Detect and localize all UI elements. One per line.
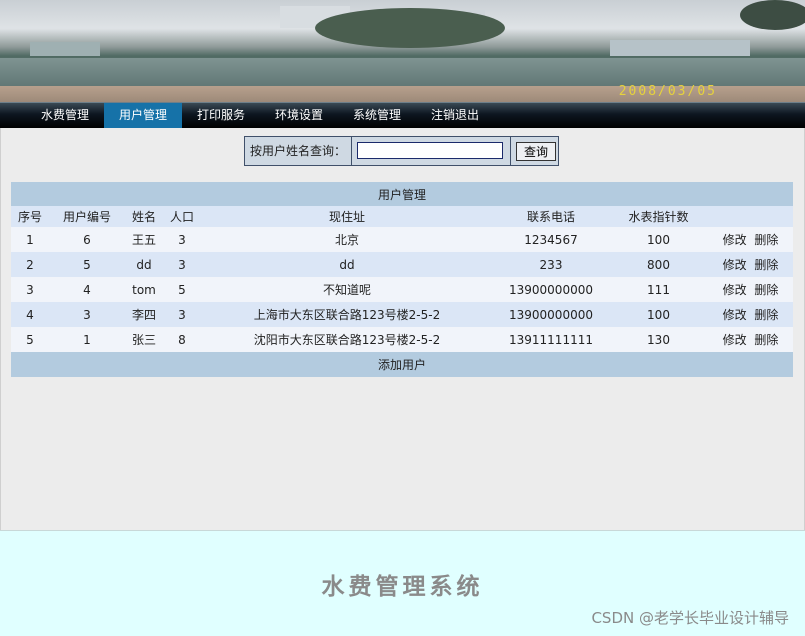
main-content: 按用户姓名查询： 查询 用户管理 序号 用户编号 姓名 人口 现住址 联系电话 … <box>0 128 805 530</box>
table-row: 4 3 李四 3 上海市大东区联合路123号楼2-5-2 13900000000… <box>11 302 794 327</box>
banner-building <box>30 42 100 56</box>
cell-people: 3 <box>178 257 186 272</box>
delete-link[interactable]: 删除 <box>754 233 778 247</box>
table-row: 3 4 tom 5 不知道呢 13900000000 111 修改 删除 <box>11 277 794 302</box>
cell-phone: 13900000000 <box>509 282 593 297</box>
nav-item-logout[interactable]: 注销退出 <box>417 103 493 128</box>
cell-actions: 修改 删除 <box>708 302 793 327</box>
cell-phone: 233 <box>539 257 563 272</box>
banner-tree <box>740 0 805 30</box>
column-header <box>708 206 793 227</box>
nav-item-environment-settings[interactable]: 环境设置 <box>261 103 337 128</box>
search-divider <box>510 137 511 165</box>
cell-phone: 1234567 <box>524 232 578 247</box>
column-header: 联系电话 <box>526 210 575 224</box>
edit-link[interactable]: 修改 <box>723 308 747 322</box>
table-row: 2 5 dd 3 dd 233 800 修改 删除 <box>11 252 794 277</box>
nav-item-print-service[interactable]: 打印服务 <box>183 103 259 128</box>
nav-item-water-fee[interactable]: 水费管理 <box>27 103 103 128</box>
cell-meter: 100 <box>647 232 670 247</box>
search-bar: 按用户姓名查询： 查询 <box>244 136 559 166</box>
main-nav: 水费管理 用户管理 打印服务 环境设置 系统管理 注销退出 <box>0 102 805 128</box>
cell-people: 3 <box>178 307 186 322</box>
name-search-input[interactable] <box>357 142 503 159</box>
cell-people: 5 <box>178 282 186 297</box>
cell-name: 王五 <box>131 233 156 247</box>
banner-building <box>610 40 750 56</box>
cell-user-id: 4 <box>83 282 91 297</box>
cell-user-id: 6 <box>83 232 91 247</box>
cell-user-id: 1 <box>83 332 91 347</box>
cell-name: 张三 <box>131 333 156 347</box>
cell-name: tom <box>132 282 156 297</box>
cell-address: 上海市大东区联合路123号楼2-5-2 <box>253 308 441 322</box>
cell-seq: 3 <box>26 282 34 297</box>
column-header: 序号 <box>17 210 42 224</box>
table-row: 5 1 张三 8 沈阳市大东区联合路123号楼2-5-2 13911111111… <box>11 327 794 352</box>
cell-meter: 100 <box>647 307 670 322</box>
cell-seq: 2 <box>26 257 34 272</box>
user-table: 用户管理 序号 用户编号 姓名 人口 现住址 联系电话 水表指针数 1 6 王五… <box>11 182 794 377</box>
banner-date-stamp: 2008/03/05 <box>618 84 717 99</box>
search-label: 按用户姓名查询： <box>245 137 352 165</box>
add-user-link[interactable]: 添加用户 <box>11 352 793 377</box>
search-button[interactable]: 查询 <box>516 142 556 161</box>
csdn-watermark: CSDN @老学长毕业设计辅导 <box>591 609 789 627</box>
cell-user-id: 3 <box>83 307 91 322</box>
cell-phone: 13900000000 <box>509 307 593 322</box>
cell-meter: 800 <box>647 257 670 272</box>
delete-link[interactable]: 删除 <box>754 308 778 322</box>
page-footer: 水费管理系统 CSDN @老学长毕业设计辅导 <box>0 530 805 636</box>
cell-actions: 修改 删除 <box>708 277 793 302</box>
edit-link[interactable]: 修改 <box>723 233 747 247</box>
column-header: 用户编号 <box>62 210 111 224</box>
table-header-row: 序号 用户编号 姓名 人口 现住址 联系电话 水表指针数 <box>11 206 794 227</box>
banner-tree <box>315 8 505 48</box>
cell-seq: 4 <box>26 307 34 322</box>
cell-seq: 5 <box>26 332 34 347</box>
edit-link[interactable]: 修改 <box>723 333 747 347</box>
cell-seq: 1 <box>26 232 34 247</box>
cell-address: 沈阳市大东区联合路123号楼2-5-2 <box>253 333 441 347</box>
column-header: 人口 <box>169 210 194 224</box>
system-title: 水费管理系统 <box>321 573 484 600</box>
table-row: 1 6 王五 3 北京 1234567 100 修改 删除 <box>11 227 794 252</box>
cell-address: 北京 <box>334 233 359 247</box>
cell-address: dd <box>339 257 355 272</box>
nav-item-system-management[interactable]: 系统管理 <box>339 103 415 128</box>
cell-people: 8 <box>178 332 186 347</box>
table-caption: 用户管理 <box>378 187 427 202</box>
cell-actions: 修改 删除 <box>708 252 793 277</box>
delete-link[interactable]: 删除 <box>754 333 778 347</box>
column-header: 水表指针数 <box>628 210 689 224</box>
edit-link[interactable]: 修改 <box>723 283 747 297</box>
cell-phone: 13911111111 <box>509 332 593 347</box>
header-banner-photo: 2008/03/05 <box>0 0 805 102</box>
delete-link[interactable]: 删除 <box>754 258 778 272</box>
cell-people: 3 <box>178 232 186 247</box>
cell-actions: 修改 删除 <box>708 227 793 252</box>
column-header: 现住址 <box>328 210 365 224</box>
column-header: 姓名 <box>131 210 156 224</box>
delete-link[interactable]: 删除 <box>754 283 778 297</box>
cell-meter: 111 <box>647 282 670 297</box>
cell-user-id: 5 <box>83 257 91 272</box>
cell-address: 不知道呢 <box>322 283 371 297</box>
cell-name: 李四 <box>131 308 156 322</box>
cell-meter: 130 <box>647 332 670 347</box>
nav-item-user-management[interactable]: 用户管理 <box>104 103 182 128</box>
cell-name: dd <box>136 257 152 272</box>
cell-actions: 修改 删除 <box>708 327 793 352</box>
edit-link[interactable]: 修改 <box>723 258 747 272</box>
